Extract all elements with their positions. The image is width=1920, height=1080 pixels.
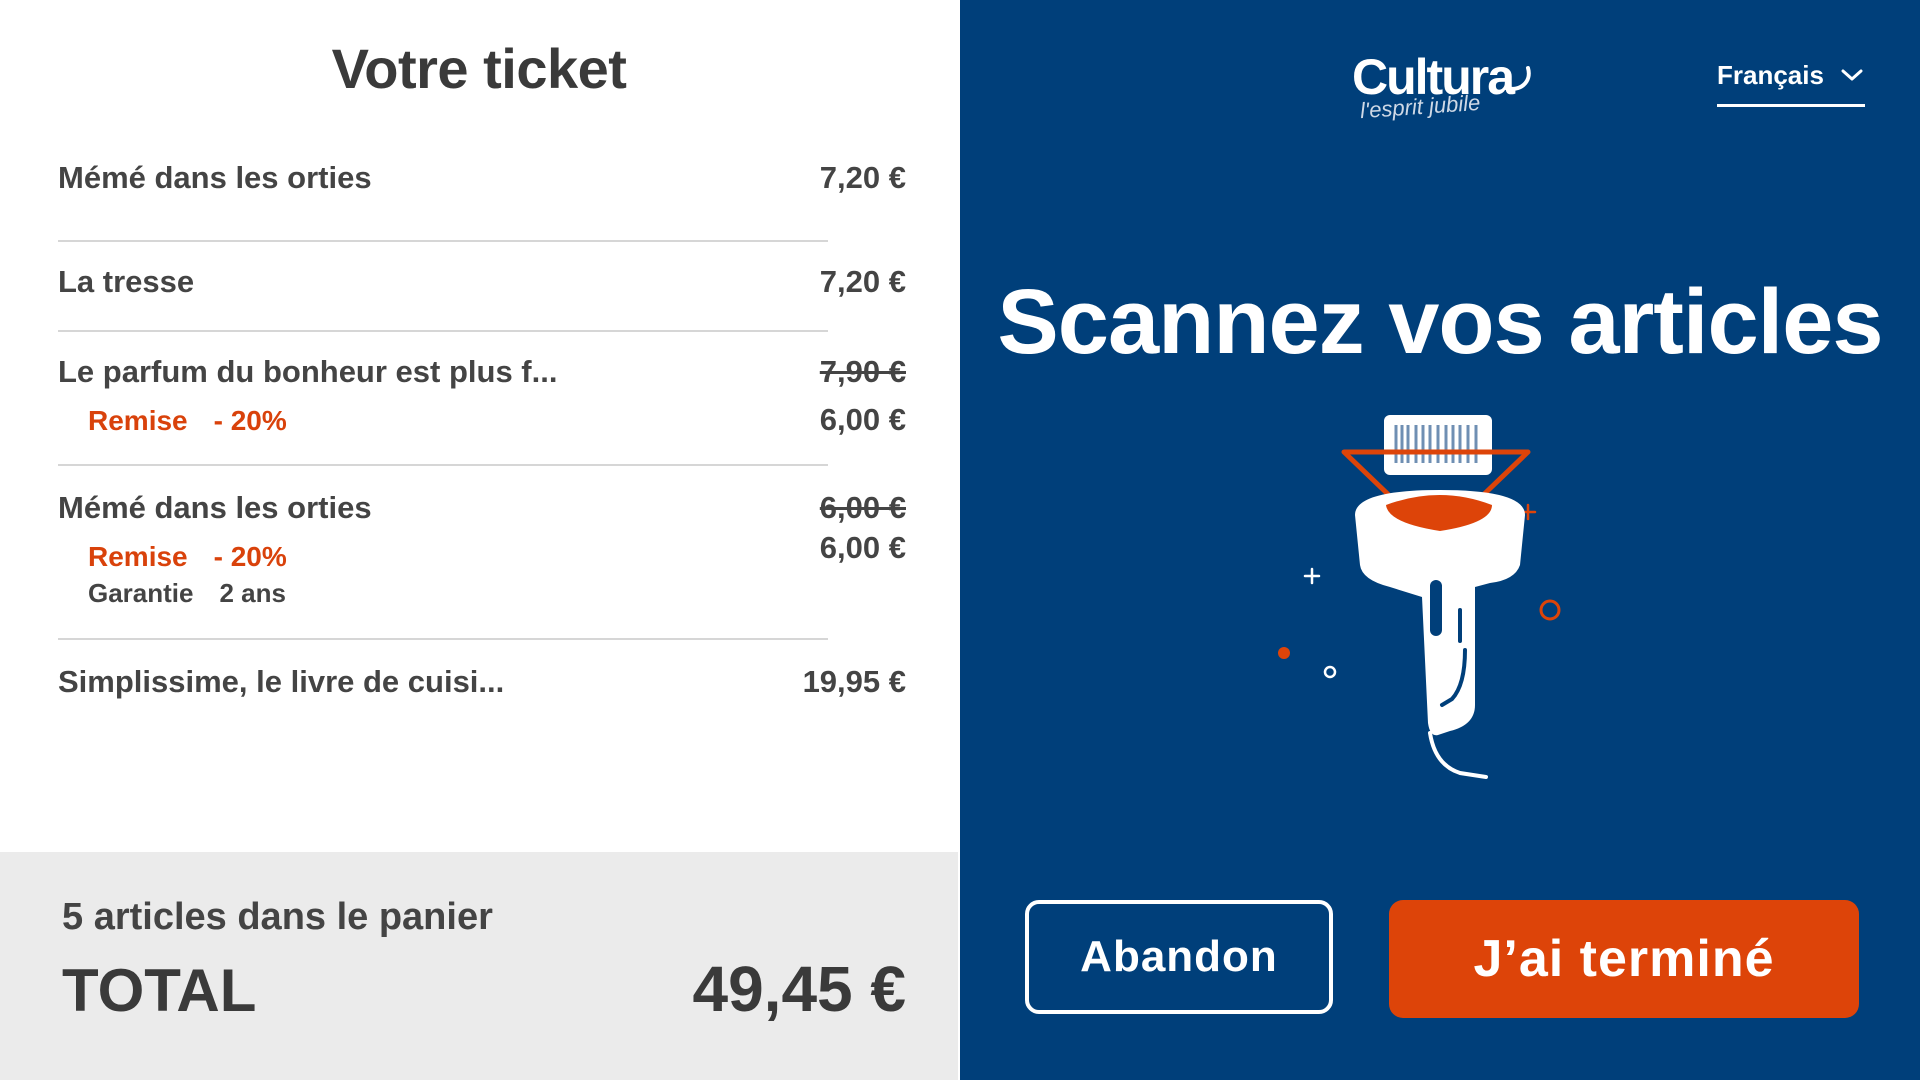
page-title: Scannez vos articles <box>997 271 1883 373</box>
abandon-button[interactable]: Abandon <box>1025 900 1333 1014</box>
cart-item-count: 5 articles dans le panier <box>62 896 493 938</box>
language-label: Français <box>1717 60 1824 90</box>
list-item[interactable]: La tresse 7,20 € <box>58 242 906 330</box>
discount-tag: Remise - 20% <box>88 541 287 573</box>
discount-tag: Remise - 20% <box>88 405 287 437</box>
item-price: 6,00 € <box>819 530 906 565</box>
discount-value: - 20% <box>213 405 287 436</box>
item-name: Simplissime, le livre de cuisi... <box>58 664 505 699</box>
item-name: Le parfum du bonheur est plus f... <box>58 354 558 389</box>
chevron-down-icon <box>1841 69 1863 81</box>
scan-panel: Cultura l'esprit jubile Français Scannez… <box>960 0 1920 1080</box>
item-name: Mémé dans les orties <box>58 160 372 195</box>
finish-button[interactable]: J’ai terminé <box>1389 900 1859 1018</box>
discount-value: - 20% <box>213 541 287 572</box>
language-selector[interactable]: Français <box>1717 56 1865 107</box>
item-price: 6,00 € <box>819 402 906 437</box>
list-item[interactable]: Mémé dans les orties 7,20 € <box>58 140 906 240</box>
warranty-value: 2 ans <box>219 578 287 608</box>
item-price: 7,20 € <box>819 160 906 195</box>
list-item[interactable]: Le parfum du bonheur est plus f... 7,90 … <box>58 332 906 464</box>
item-original-price: 6,00 € <box>819 490 906 525</box>
logo-swoosh-icon <box>1504 66 1531 91</box>
item-price: 7,20 € <box>819 264 906 299</box>
total-label: TOTAL <box>62 957 257 1024</box>
list-item[interactable]: Simplissime, le livre de cuisi... 19,95 … <box>58 640 906 724</box>
ticket-items-list: Mémé dans les orties 7,20 € La tresse 7,… <box>58 140 906 724</box>
total-value: 49,45 € <box>692 953 906 1025</box>
brand-logo: Cultura l'esprit jubile <box>1352 48 1542 128</box>
warranty-info: Garantie 2 ans <box>88 578 906 609</box>
discount-label: Remise <box>88 405 188 436</box>
warranty-label: Garantie <box>88 578 194 608</box>
barcode-scanner-icon <box>1278 415 1561 779</box>
ticket-panel: Votre ticket Mémé dans les orties 7,20 €… <box>0 0 958 1080</box>
list-item[interactable]: Mémé dans les orties 6,00 € Remise - 20% … <box>58 466 906 638</box>
ticket-title: Votre ticket <box>331 37 627 100</box>
item-price: 19,95 € <box>802 664 906 699</box>
item-name: Mémé dans les orties <box>58 490 372 525</box>
item-name: La tresse <box>58 264 195 299</box>
cart-summary: 5 articles dans le panier TOTAL 49,45 € <box>0 852 958 1080</box>
discount-label: Remise <box>88 541 188 572</box>
item-original-price: 7,90 € <box>819 354 906 389</box>
